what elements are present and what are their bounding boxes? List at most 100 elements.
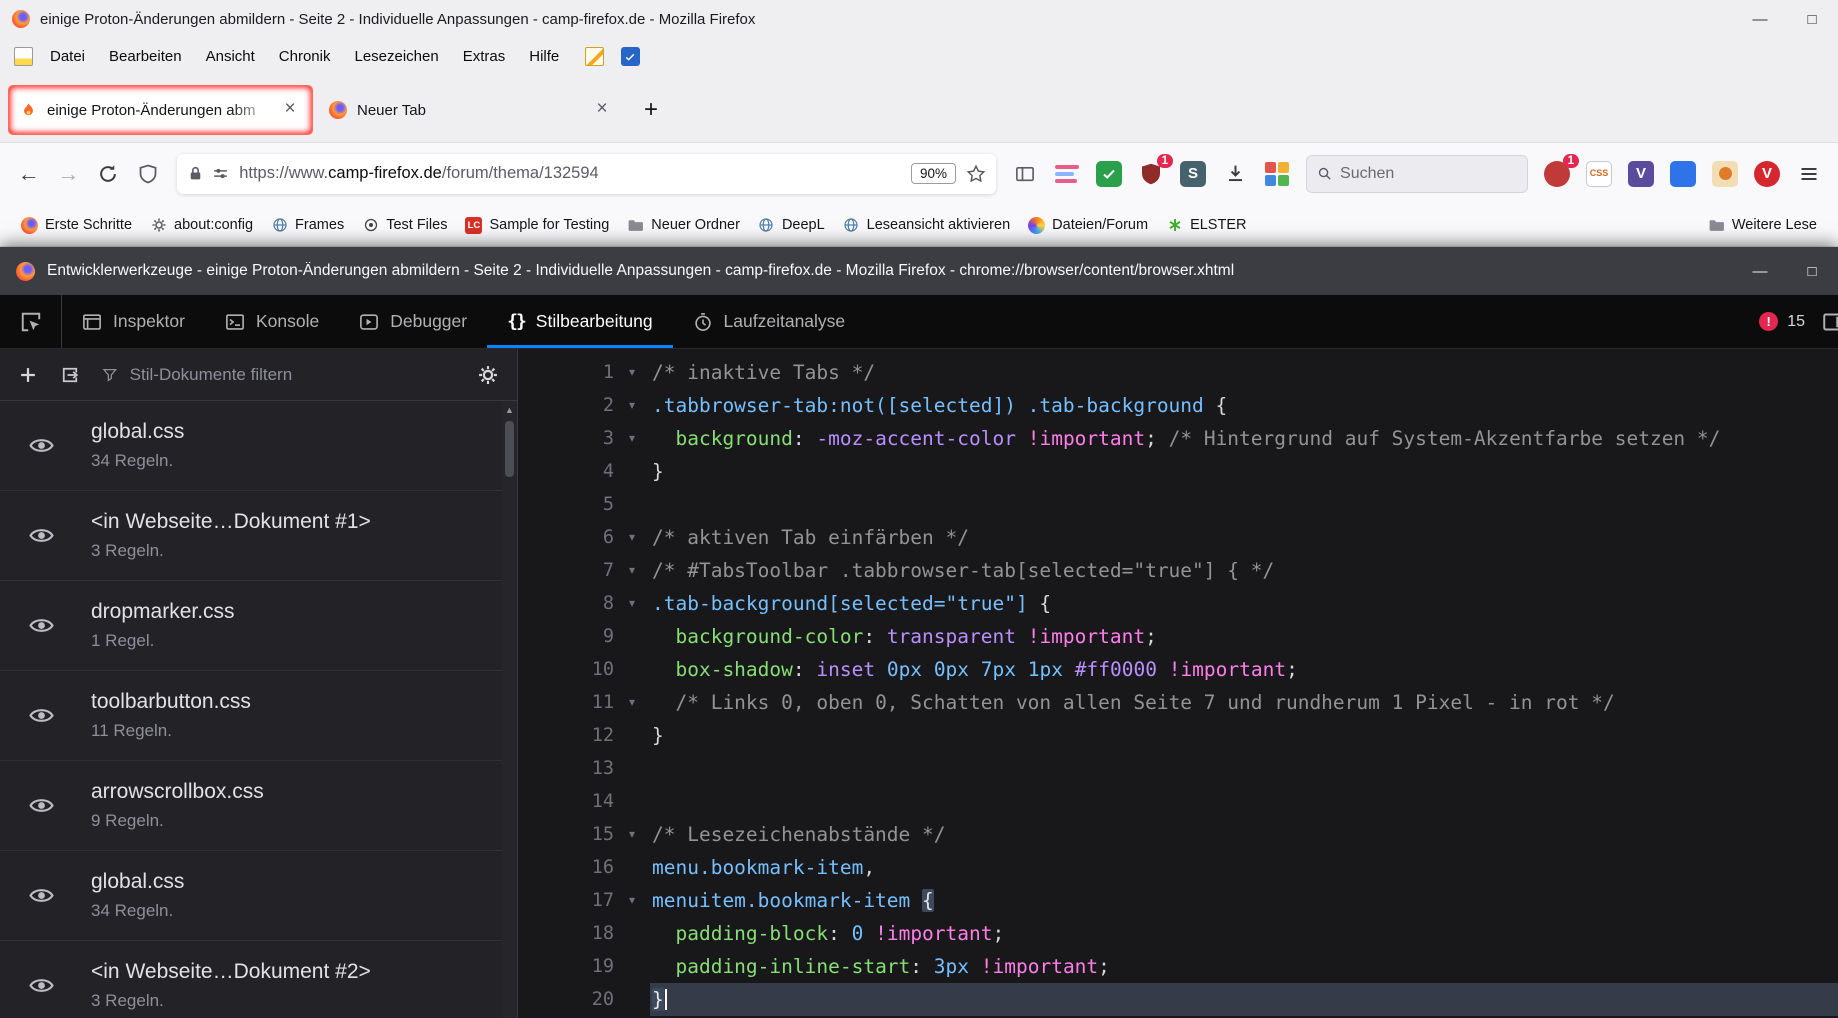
devtools-tab-laufzeitanalyse[interactable]: Laufzeitanalyse (673, 295, 866, 348)
bookmark-about-config[interactable]: about:config (141, 212, 262, 239)
stylesheet-filter-input[interactable] (130, 365, 455, 385)
bookmark-neuer-ordner[interactable]: Neuer Ordner (618, 212, 749, 239)
error-count[interactable]: 15 (1787, 313, 1805, 331)
forward-button[interactable]: → (50, 161, 88, 187)
new-tab-button[interactable]: + (632, 92, 670, 130)
pick-element-icon[interactable] (0, 295, 62, 348)
code-line[interactable]: 9 background-color: transparent !importa… (518, 620, 1838, 653)
v-circle-extension-icon[interactable]: V (1748, 155, 1786, 193)
code-line[interactable]: 6 ▾ /* aktiven Tab einfärben */ (518, 521, 1838, 554)
menu-bearbeiten[interactable]: Bearbeiten (97, 43, 194, 70)
stylus-extension-icon[interactable]: S (1174, 155, 1212, 193)
css-code-editor[interactable]: 1 ▾ /* inaktive Tabs */ 2 ▾ .tabbrowser-… (518, 349, 1838, 1018)
bookmark-star-icon[interactable] (966, 164, 986, 184)
lock-icon[interactable] (187, 165, 204, 183)
checkmark-extension-icon[interactable] (1090, 155, 1128, 193)
code-line[interactable]: 13 (518, 752, 1838, 785)
code-line[interactable]: 19 padding-inline-start: 3px !important; (518, 950, 1838, 983)
fold-marker-icon[interactable]: ▾ (629, 530, 635, 544)
code-line[interactable]: 10 box-shadow: inset 0px 0px 7px 1px #ff… (518, 653, 1838, 686)
code-line[interactable]: 8 ▾ .tab-background[selected="true"] { (518, 587, 1838, 620)
code-line[interactable]: 15 ▾ /* Lesezeichenabstände */ (518, 818, 1838, 851)
css-extension-icon[interactable]: CSS (1580, 155, 1618, 193)
devtools-tab-konsole[interactable]: Konsole (205, 295, 339, 348)
app-menu-button[interactable] (1790, 155, 1828, 193)
menu-ansicht[interactable]: Ansicht (194, 43, 267, 70)
stylesheet-filter[interactable] (102, 365, 455, 385)
devtools-tab-debugger[interactable]: Debugger (339, 295, 487, 348)
new-stylesheet-button[interactable] (18, 365, 38, 385)
toolbox-dock-icon[interactable] (1822, 310, 1838, 334)
code-line[interactable]: 7 ▾ /* #TabsToolbar .tabbrowser-tab[sele… (518, 554, 1838, 587)
visibility-eye-icon[interactable] (28, 792, 55, 819)
blue-extension-icon[interactable] (1664, 155, 1702, 193)
scrollbar-thumb[interactable] (505, 421, 514, 477)
visibility-eye-icon[interactable] (28, 612, 55, 639)
code-line[interactable]: 20 } (518, 983, 1838, 1016)
red-badge-extension-icon[interactable]: 1 (1538, 155, 1576, 193)
minimize-button[interactable]: — (1734, 0, 1786, 38)
stylesheet-item[interactable]: toolbarbutton.css 11 Regeln. (0, 671, 517, 761)
code-line[interactable]: 14 (518, 785, 1838, 818)
code-line[interactable]: 1 ▾ /* inaktive Tabs */ (518, 356, 1838, 389)
devtools-tab-stilbearbeitung[interactable]: {} Stilbearbeitung (487, 295, 672, 348)
menu-chronik[interactable]: Chronik (267, 43, 343, 70)
visibility-eye-icon[interactable] (28, 882, 55, 909)
fold-marker-icon[interactable]: ▾ (629, 893, 635, 907)
code-line[interactable]: 12 } (518, 719, 1838, 752)
code-line[interactable]: 18 padding-block: 0 !important; (518, 917, 1838, 950)
check-menubar-extension-icon[interactable] (615, 47, 645, 66)
notes-extension-icon[interactable] (1048, 155, 1086, 193)
bookmark-elster[interactable]: ELSTER (1157, 212, 1255, 239)
devtools-tab-inspektor[interactable]: Inspektor (62, 295, 205, 348)
fold-marker-icon[interactable]: ▾ (629, 596, 635, 610)
permissions-icon[interactable] (212, 165, 229, 183)
bookmark-erste-schritte[interactable]: Erste Schritte (12, 212, 141, 239)
zoom-level-badge[interactable]: 90% (911, 163, 956, 184)
notes-menubar-extension-icon[interactable] (579, 47, 609, 66)
stylesheet-item[interactable]: global.css 34 Regeln. (0, 401, 517, 491)
search-bar[interactable] (1306, 155, 1528, 193)
import-stylesheet-button[interactable] (60, 365, 80, 385)
visibility-eye-icon[interactable] (28, 522, 55, 549)
hand-extension-icon[interactable] (1706, 155, 1744, 193)
menu-hilfe[interactable]: Hilfe (517, 43, 571, 70)
fold-marker-icon[interactable]: ▾ (629, 695, 635, 709)
stylesheet-item[interactable]: arrowscrollbox.css 9 Regeln. (0, 761, 517, 851)
options-gear-icon[interactable] (477, 364, 499, 386)
error-badge-icon[interactable] (1759, 312, 1778, 331)
tab-close-button[interactable]: × (590, 98, 614, 122)
stylesheet-item[interactable]: <in Webseite…Dokument #2> 3 Regeln. (0, 941, 517, 1018)
tiles-extension-icon[interactable] (1258, 155, 1296, 193)
back-button[interactable]: ← (10, 161, 48, 187)
url-text[interactable]: https://www.camp-firefox.de/forum/thema/… (239, 164, 901, 183)
fold-marker-icon[interactable]: ▾ (629, 365, 635, 379)
visibility-eye-icon[interactable] (28, 972, 55, 999)
fold-marker-icon[interactable]: ▾ (629, 563, 635, 577)
visibility-eye-icon[interactable] (28, 432, 55, 459)
stylesheet-item[interactable]: global.css 34 Regeln. (0, 851, 517, 941)
code-line[interactable]: 3 ▾ background: -moz-accent-color !impor… (518, 422, 1838, 455)
shield-extension-icon[interactable]: 1 (1132, 155, 1170, 193)
menu-lesezeichen[interactable]: Lesezeichen (342, 43, 450, 70)
browser-tab-1[interactable]: einige Proton-Änderungen abm × (8, 85, 313, 135)
fold-marker-icon[interactable]: ▾ (629, 431, 635, 445)
stylesheet-item[interactable]: dropmarker.css 1 Regel. (0, 581, 517, 671)
visibility-eye-icon[interactable] (28, 702, 55, 729)
search-input[interactable] (1340, 165, 1517, 183)
sidebar-scrollbar[interactable]: ▲ (502, 401, 517, 1018)
url-bar[interactable]: https://www.camp-firefox.de/forum/thema/… (177, 154, 996, 194)
stylesheet-item[interactable]: <in Webseite…Dokument #1> 3 Regeln. (0, 491, 517, 581)
bookmark-dateien-forum[interactable]: Dateien/Forum (1019, 212, 1157, 239)
menu-datei[interactable]: Datei (38, 43, 97, 70)
tracking-protection-shield-icon[interactable] (129, 155, 167, 193)
code-line[interactable]: 11 ▾ /* Links 0, oben 0, Schatten von al… (518, 686, 1838, 719)
menu-extras[interactable]: Extras (451, 43, 518, 70)
reload-button[interactable] (89, 155, 127, 193)
tab-close-button[interactable]: × (278, 98, 302, 122)
scroll-up-arrow-icon[interactable]: ▲ (505, 401, 514, 415)
sidebar-view-button[interactable] (1006, 155, 1044, 193)
code-line[interactable]: 17 ▾ menuitem.bookmark-item { (518, 884, 1838, 917)
maximize-button[interactable]: □ (1786, 0, 1838, 38)
code-line[interactable]: 4 } (518, 455, 1838, 488)
